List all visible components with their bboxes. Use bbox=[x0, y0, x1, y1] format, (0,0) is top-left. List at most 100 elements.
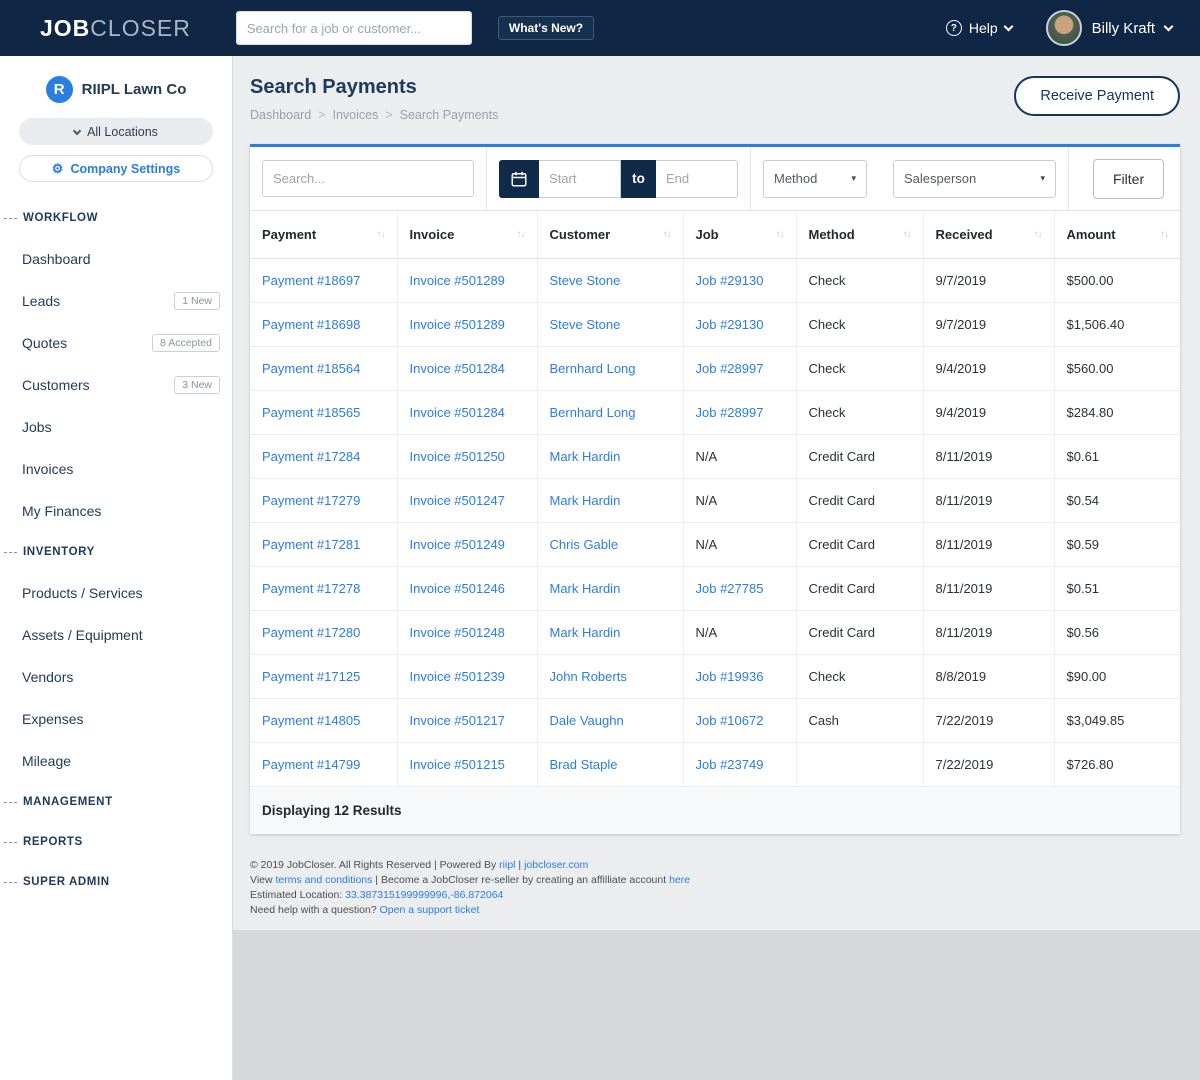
header-received[interactable]: Received↑↓ bbox=[923, 211, 1054, 259]
job-cell: N/A bbox=[683, 611, 796, 655]
customer-link[interactable]: Mark Hardin bbox=[550, 625, 621, 640]
company-settings-button[interactable]: ⚙ Company Settings bbox=[19, 155, 213, 182]
terms-link[interactable]: terms and conditions bbox=[276, 874, 373, 886]
help-menu[interactable]: ? Help bbox=[946, 20, 1012, 36]
payments-search-input[interactable] bbox=[262, 160, 474, 197]
job-link[interactable]: Job #27785 bbox=[696, 581, 764, 596]
customer-link[interactable]: Steve Stone bbox=[550, 317, 621, 332]
sidebar-item-leads[interactable]: Leads1 New bbox=[0, 280, 232, 322]
support-ticket-link[interactable]: Open a support ticket bbox=[380, 904, 480, 916]
sidebar-item-products-services[interactable]: Products / Services bbox=[0, 572, 232, 614]
customer-link[interactable]: Mark Hardin bbox=[550, 493, 621, 508]
job-link[interactable]: Job #28997 bbox=[696, 405, 764, 420]
header-job[interactable]: Job↑↓ bbox=[683, 211, 796, 259]
method-dropdown[interactable]: Method ▾ bbox=[763, 160, 867, 198]
invoice-link[interactable]: Invoice #501247 bbox=[410, 493, 505, 508]
invoice-link[interactable]: Invoice #501248 bbox=[410, 625, 505, 640]
whats-new-button[interactable]: What's New? bbox=[498, 16, 594, 40]
payment-link[interactable]: Payment #14799 bbox=[262, 757, 360, 772]
receive-payment-button[interactable]: Receive Payment bbox=[1014, 76, 1180, 116]
section-header-reports[interactable]: REPORTS bbox=[0, 822, 232, 862]
payment-link[interactable]: Payment #17125 bbox=[262, 669, 360, 684]
section-header-management[interactable]: MANAGEMENT bbox=[0, 782, 232, 822]
calendar-button[interactable] bbox=[499, 160, 539, 198]
jobcloser-link[interactable]: jobcloser.com bbox=[524, 859, 588, 871]
job-link[interactable]: Job #23749 bbox=[696, 757, 764, 772]
sidebar-item-mileage[interactable]: Mileage bbox=[0, 740, 232, 782]
filter-dropdowns-section: Method ▾ Salesperson ▾ bbox=[751, 147, 1069, 210]
job-link[interactable]: Job #29130 bbox=[696, 317, 764, 332]
sidebar-item-jobs[interactable]: Jobs bbox=[0, 406, 232, 448]
riipl-link[interactable]: riipl bbox=[499, 859, 515, 871]
invoice-link[interactable]: Invoice #501246 bbox=[410, 581, 505, 596]
invoice-link[interactable]: Invoice #501284 bbox=[410, 405, 505, 420]
affiliate-link[interactable]: here bbox=[669, 874, 690, 886]
job-link[interactable]: Job #29130 bbox=[696, 273, 764, 288]
logo-text-primary: JOB bbox=[40, 15, 90, 41]
invoice-link[interactable]: Invoice #501249 bbox=[410, 537, 505, 552]
invoice-link[interactable]: Invoice #501239 bbox=[410, 669, 505, 684]
customer-link[interactable]: John Roberts bbox=[550, 669, 627, 684]
sidebar-item-vendors[interactable]: Vendors bbox=[0, 656, 232, 698]
breadcrumb-current: Search Payments bbox=[400, 108, 499, 122]
sidebar-item-assets-equipment[interactable]: Assets / Equipment bbox=[0, 614, 232, 656]
header-customer[interactable]: Customer↑↓ bbox=[537, 211, 683, 259]
start-date-input[interactable] bbox=[539, 160, 621, 198]
received-cell: 8/11/2019 bbox=[923, 567, 1054, 611]
salesperson-dropdown[interactable]: Salesperson ▾ bbox=[893, 160, 1056, 198]
customer-link[interactable]: Bernhard Long bbox=[550, 405, 636, 420]
payment-link[interactable]: Payment #14805 bbox=[262, 713, 360, 728]
header-amount[interactable]: Amount↑↓ bbox=[1054, 211, 1180, 259]
invoice-link[interactable]: Invoice #501217 bbox=[410, 713, 505, 728]
invoice-link[interactable]: Invoice #501289 bbox=[410, 317, 505, 332]
job-link[interactable]: Job #10672 bbox=[696, 713, 764, 728]
company-settings-label: Company Settings bbox=[70, 162, 180, 176]
header-payment[interactable]: Payment↑↓ bbox=[250, 211, 397, 259]
app-logo[interactable]: JOBCLOSER bbox=[40, 15, 191, 42]
global-search-input[interactable] bbox=[236, 11, 472, 45]
chevron-down-icon bbox=[1164, 21, 1174, 31]
customer-link[interactable]: Steve Stone bbox=[550, 273, 621, 288]
section-header-super-admin[interactable]: SUPER ADMIN bbox=[0, 862, 232, 902]
header-method[interactable]: Method↑↓ bbox=[796, 211, 923, 259]
location-link[interactable]: 33.387315199999996,-86.872064 bbox=[345, 889, 503, 901]
breadcrumb-invoices[interactable]: Invoices bbox=[332, 108, 378, 122]
payment-link[interactable]: Payment #17279 bbox=[262, 493, 360, 508]
payment-link[interactable]: Payment #18698 bbox=[262, 317, 360, 332]
filter-button-section: Filter bbox=[1069, 147, 1176, 210]
method-cell: Check bbox=[796, 655, 923, 699]
payment-link[interactable]: Payment #17278 bbox=[262, 581, 360, 596]
invoice-link[interactable]: Invoice #501250 bbox=[410, 449, 505, 464]
sidebar-item-invoices[interactable]: Invoices bbox=[0, 448, 232, 490]
sidebar-item-my-finances[interactable]: My Finances bbox=[0, 490, 232, 532]
sidebar-item-dashboard[interactable]: Dashboard bbox=[0, 238, 232, 280]
end-date-input[interactable] bbox=[656, 160, 738, 198]
customer-link[interactable]: Dale Vaughn bbox=[550, 713, 624, 728]
customer-link[interactable]: Bernhard Long bbox=[550, 361, 636, 376]
navbar-right: ? Help Billy Kraft bbox=[946, 10, 1172, 46]
customer-link[interactable]: Mark Hardin bbox=[550, 449, 621, 464]
sidebar-item-expenses[interactable]: Expenses bbox=[0, 698, 232, 740]
customer-link[interactable]: Chris Gable bbox=[550, 537, 619, 552]
payment-link[interactable]: Payment #17284 bbox=[262, 449, 360, 464]
sidebar-item-customers[interactable]: Customers3 New bbox=[0, 364, 232, 406]
customer-link[interactable]: Brad Staple bbox=[550, 757, 618, 772]
filter-button[interactable]: Filter bbox=[1093, 159, 1164, 199]
payment-link[interactable]: Payment #17281 bbox=[262, 537, 360, 552]
invoice-link[interactable]: Invoice #501215 bbox=[410, 757, 505, 772]
all-locations-dropdown[interactable]: All Locations bbox=[19, 118, 213, 145]
breadcrumb-dashboard[interactable]: Dashboard bbox=[250, 108, 311, 122]
user-menu[interactable]: Billy Kraft bbox=[1046, 10, 1172, 46]
job-link[interactable]: Job #28997 bbox=[696, 361, 764, 376]
invoice-link[interactable]: Invoice #501284 bbox=[410, 361, 505, 376]
sidebar-item-quotes[interactable]: Quotes8 Accepted bbox=[0, 322, 232, 364]
payment-link[interactable]: Payment #18697 bbox=[262, 273, 360, 288]
payment-link[interactable]: Payment #18564 bbox=[262, 361, 360, 376]
payment-link[interactable]: Payment #17280 bbox=[262, 625, 360, 640]
customer-link[interactable]: Mark Hardin bbox=[550, 581, 621, 596]
received-cell: 7/22/2019 bbox=[923, 743, 1054, 787]
job-link[interactable]: Job #19936 bbox=[696, 669, 764, 684]
header-invoice[interactable]: Invoice↑↓ bbox=[397, 211, 537, 259]
invoice-link[interactable]: Invoice #501289 bbox=[410, 273, 505, 288]
payment-link[interactable]: Payment #18565 bbox=[262, 405, 360, 420]
